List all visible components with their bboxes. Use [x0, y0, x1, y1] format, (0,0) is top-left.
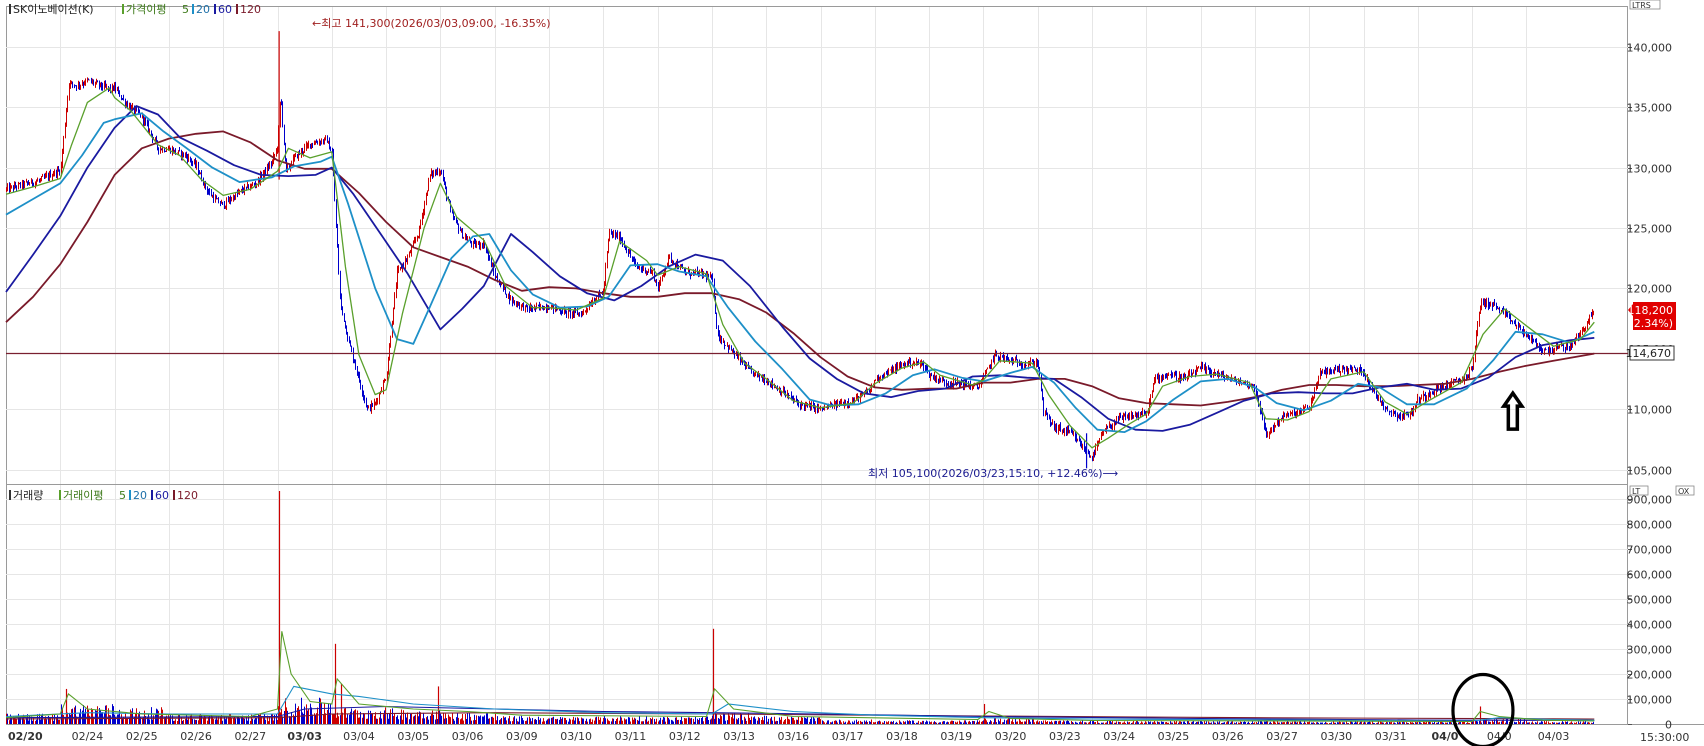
current-price-value: 118,200 [1628, 304, 1674, 317]
date-axis: 02/20 02/24 02/25 02/26 02/27 03/03 03/04 03/05… [8, 730, 1569, 743]
date-tick-label-03/09: 03/09 [506, 730, 538, 743]
date-tick-label-03/31: 03/31 [1375, 730, 1407, 743]
date-tick-label-03/05: 03/05 [397, 730, 429, 743]
legend-marker-price [9, 4, 11, 14]
volume-tick-label-700000: 700,000 [1627, 544, 1673, 557]
price-legend-ma-label: 가격이평 [126, 3, 166, 16]
current-price-change: (2.34%) [1629, 317, 1673, 330]
date-tick-label-03/25: 03/25 [1158, 730, 1190, 743]
date-tick-label-02/26: 02/26 [180, 730, 212, 743]
price-legend-ma20: 20 [196, 3, 210, 16]
price-tick-label-130000: 130,000 [1627, 163, 1673, 176]
stock-chart[interactable]: 105,000 110,000 120,000 125,000 130,000 135,0… [0, 0, 1704, 746]
reference-price-value: 114,670 [1626, 347, 1672, 360]
date-tick-label-03/30: 03/30 [1320, 730, 1352, 743]
date-tick-label-02/24: 02/24 [72, 730, 104, 743]
price-ma-120-line [5, 130, 1595, 407]
legend-marker-ma20 [192, 4, 194, 14]
volume-tick-label-300000: 300,000 [1627, 644, 1673, 657]
volume-axis: 0 100,000 200,000 300,000 400,000 500,000 600,… [1627, 494, 1673, 732]
price-ma-60-line [5, 105, 1595, 432]
volume-tick-label-500000: 500,000 [1627, 594, 1673, 607]
volume-panel-frame [6, 484, 1628, 725]
price-moving-averages [5, 87, 1595, 449]
time-label: 15:30:00 [1640, 731, 1689, 744]
date-tick-label-03/03: 03/03 [287, 730, 322, 743]
volume-legend-ma-label: 거래이평 [63, 489, 103, 502]
date-tick-label-02/25: 02/25 [126, 730, 158, 743]
volume-legend-ma60: 60 [155, 489, 169, 502]
volume-bars [6, 491, 1594, 724]
date-tick-label-03/27: 03/27 [1266, 730, 1298, 743]
date-tick-label-03/11: 03/11 [615, 730, 647, 743]
price-legend: SK이노베이션(K) 가격이평 5 20 60 120 [9, 3, 261, 16]
grid-lines [6, 7, 1628, 724]
date-tick-label-04/03: 04/03 [1538, 730, 1570, 743]
volume-legend-ma5: 5 [119, 489, 126, 502]
legend-marker-ma120 [236, 4, 238, 14]
legend-marker-vma5 [59, 490, 61, 500]
price-tick-label-120000: 120,000 [1627, 283, 1673, 296]
date-tick-label-03/20: 03/20 [995, 730, 1027, 743]
legend-marker-vma60 [151, 490, 153, 500]
date-tick-label-03/12: 03/12 [669, 730, 701, 743]
volume-tick-label-200000: 200,000 [1627, 669, 1673, 682]
date-tick-label-04/01: 04/0 [1431, 730, 1458, 743]
volume-tick-label-400000: 400,000 [1627, 619, 1673, 632]
price-legend-ma5: 5 [182, 3, 189, 16]
date-tick-label-03/16: 03/16 [777, 730, 809, 743]
price-legend-stock: SK이노베이션(K) [13, 3, 94, 16]
volume-tick-label-100000: 100,000 [1627, 694, 1673, 707]
circle-marker [1451, 672, 1515, 746]
price-panel-options[interactable]: LTRS [1632, 1, 1651, 10]
price-ma-20-line [5, 112, 1595, 433]
volume-ma-5-line [5, 631, 1595, 723]
volume-panel-close[interactable]: OX [1678, 487, 1690, 496]
date-tick-label-02/20: 02/20 [8, 730, 43, 743]
volume-moving-averages [5, 631, 1595, 723]
price-tick-label-105000: 105,000 [1627, 465, 1673, 478]
volume-tick-label-800000: 800,000 [1627, 519, 1673, 532]
volume-panel-options[interactable]: LT [1632, 487, 1640, 496]
volume-legend-ma20: 20 [133, 489, 147, 502]
legend-marker-ma60 [214, 4, 216, 14]
volume-ma-20-line [5, 685, 1595, 722]
legend-marker-volume [9, 490, 11, 500]
price-tick-label-140000: 140,000 [1627, 42, 1673, 55]
legend-marker-ma5 [122, 4, 124, 14]
high-price-annotation: ←최고 141,300(2026/03/03,09:00, -16.35%) [312, 17, 551, 30]
price-legend-ma60: 60 [218, 3, 232, 16]
date-tick-label-03/24: 03/24 [1103, 730, 1135, 743]
price-legend-ma120: 120 [240, 3, 261, 16]
low-price-annotation: 최저 105,100(2026/03/23,15:10, +12.46%)⟶ [868, 467, 1119, 480]
date-tick-label-03/23: 03/23 [1049, 730, 1081, 743]
date-tick-label-03/18: 03/18 [886, 730, 918, 743]
price-tick-label-135000: 135,000 [1627, 102, 1673, 115]
date-tick-label-03/06: 03/06 [452, 730, 484, 743]
volume-legend-ma120: 120 [177, 489, 198, 502]
up-arrow-marker [1500, 390, 1526, 431]
legend-marker-vma120 [173, 490, 175, 500]
date-tick-label-03/13: 03/13 [723, 730, 755, 743]
volume-tick-label-0: 0 [1665, 719, 1672, 732]
date-tick-label-02/27: 02/27 [234, 730, 266, 743]
date-tick-label-03/10: 03/10 [560, 730, 592, 743]
price-ma-5-line [5, 87, 1595, 449]
legend-marker-vma20 [129, 490, 131, 500]
date-tick-label-03/19: 03/19 [940, 730, 972, 743]
date-tick-label-03/17: 03/17 [832, 730, 864, 743]
volume-legend-label: 거래량 [13, 489, 43, 502]
price-axis: 105,000 110,000 120,000 125,000 130,000 135,0… [1627, 42, 1673, 478]
price-tick-label-110000: 110,000 [1627, 404, 1673, 417]
volume-tick-label-600000: 600,000 [1627, 569, 1673, 582]
date-tick-label-03/04: 03/04 [343, 730, 375, 743]
price-tick-label-125000: 125,000 [1627, 223, 1673, 236]
date-tick-label-03/26: 03/26 [1212, 730, 1244, 743]
